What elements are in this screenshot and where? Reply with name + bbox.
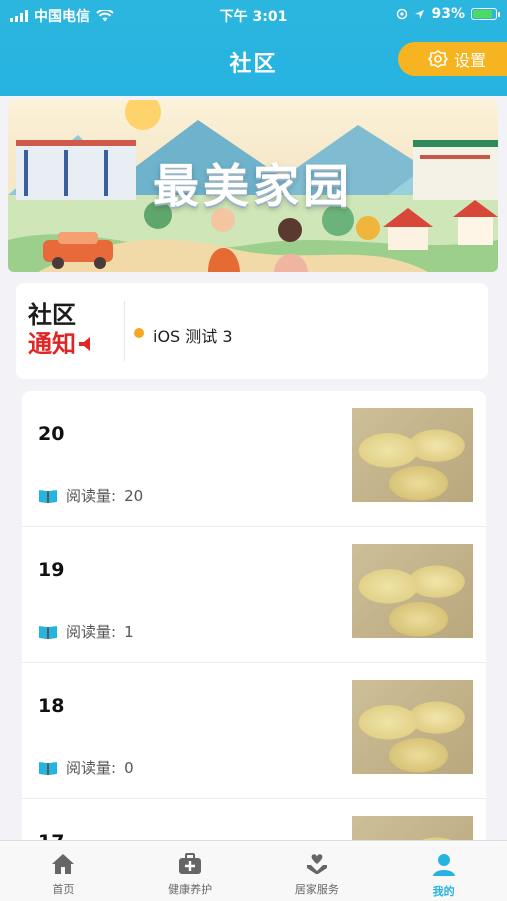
- location-icon: [415, 9, 425, 19]
- list-item[interactable]: 18 阅读量: 0: [22, 663, 486, 799]
- notice-divider: [124, 301, 125, 361]
- gear-icon: [428, 50, 448, 68]
- read-count: 阅读量: 20: [38, 485, 143, 506]
- settings-label: 设置: [454, 51, 487, 70]
- tab-label: 首页: [52, 883, 75, 896]
- book-icon: [39, 625, 57, 639]
- community-banner[interactable]: 最美家园: [8, 100, 498, 272]
- article-thumbnail: [352, 408, 473, 502]
- banner-title: 最美家园: [153, 159, 353, 213]
- megaphone-icon: [79, 337, 90, 351]
- read-label: 阅读量:: [66, 759, 117, 777]
- article-thumbnail: [352, 680, 473, 774]
- tab-mine[interactable]: 我的: [380, 841, 507, 901]
- notice-logo: 社区 通知: [28, 301, 114, 361]
- article-thumbnail: [352, 544, 473, 638]
- medical-kit-icon: [179, 853, 202, 874]
- notice-logo-line2: 通知: [28, 329, 76, 358]
- article-title: 18: [38, 695, 65, 717]
- read-value: 0: [124, 758, 134, 777]
- app-header: 中国电信 下午 3:01 93% 社区 设置: [0, 0, 507, 96]
- status-bar: 中国电信 下午 3:01 93%: [0, 0, 507, 30]
- book-icon: [39, 761, 57, 775]
- list-item[interactable]: 19 阅读量: 1: [22, 527, 486, 663]
- settings-button[interactable]: 设置: [398, 42, 507, 76]
- article-title: 19: [38, 559, 65, 581]
- battery-icon: [471, 8, 500, 20]
- battery-percent: 93%: [431, 6, 465, 22]
- orientation-lock-icon: [397, 8, 408, 20]
- tab-health[interactable]: 健康养护: [127, 841, 254, 901]
- tab-bar: 首页 健康养护 居家服务 我的: [0, 840, 507, 901]
- tab-label: 居家服务: [294, 883, 339, 896]
- home-icon: [52, 854, 75, 874]
- read-label: 阅读量:: [66, 623, 117, 641]
- tab-home-service[interactable]: 居家服务: [254, 841, 381, 901]
- tab-label: 健康养护: [168, 883, 213, 896]
- notice-dot: [134, 328, 144, 338]
- article-title: 20: [38, 423, 65, 445]
- notice-text[interactable]: iOS 测试 3: [153, 323, 233, 347]
- tab-label: 我的: [432, 885, 455, 898]
- list-item[interactable]: 20 阅读量: 20: [22, 391, 486, 527]
- user-icon: [432, 854, 455, 876]
- tab-home[interactable]: 首页: [0, 841, 127, 901]
- read-value: 1: [124, 622, 134, 641]
- book-icon: [39, 489, 57, 503]
- read-count: 阅读量: 1: [38, 621, 134, 642]
- heart-hand-icon: [306, 854, 327, 874]
- read-label: 阅读量:: [66, 487, 117, 505]
- read-value: 20: [124, 486, 144, 505]
- article-list: 20 阅读量: 20 19 阅读量: 1 18 阅读量: 0: [22, 391, 486, 851]
- community-notice-card[interactable]: 社区 通知 iOS 测试 3: [16, 283, 488, 379]
- notice-logo-line1: 社区: [28, 300, 76, 329]
- read-count: 阅读量: 0: [38, 757, 134, 778]
